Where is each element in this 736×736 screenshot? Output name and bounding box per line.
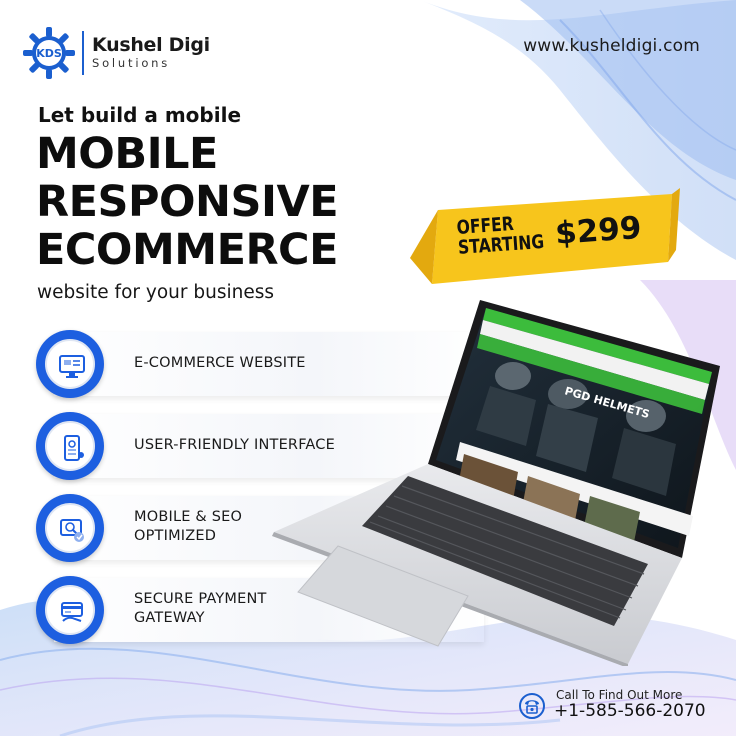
headline-line-3: ECOMMERCE — [36, 225, 338, 275]
feature-label-line-2: OPTIMIZED — [134, 528, 217, 544]
laptop-mockup: PGD HELMETS — [272, 300, 720, 666]
feature-badge — [36, 494, 104, 562]
phone-icon — [519, 693, 545, 719]
brand-name: Kushel Digi — [92, 34, 210, 57]
feature-label: SECURE PAYMENT GATEWAY — [134, 590, 267, 628]
feature-label-line-2: GATEWAY — [134, 610, 205, 626]
headline: MOBILE RESPONSIVE ECOMMERCE — [36, 129, 339, 275]
seo-icon — [60, 519, 84, 542]
contact-phone-number[interactable]: +1-585-566-2070 — [554, 701, 706, 721]
offer-price: $299 — [554, 209, 643, 252]
helmet-figure — [495, 362, 531, 390]
feature-label-line-1: MOBILE & SEO — [134, 509, 243, 525]
brand-subtitle: Solutions — [92, 56, 171, 71]
headline-subtitle: website for your business — [37, 282, 274, 303]
website-link[interactable]: www.kusheldigi.com — [523, 36, 700, 56]
contact-label: Call To Find Out More — [556, 688, 683, 702]
feature-badge — [36, 576, 104, 644]
headline-lead: Let build a mobile — [38, 103, 242, 127]
logo-mark-text: KDS — [36, 47, 62, 60]
payment-icon — [61, 602, 83, 622]
logo-divider — [82, 31, 84, 75]
contact-block[interactable]: Call To Find Out More +1-585-566-2070 — [516, 686, 716, 726]
offer-label: OFFER STARTING — [456, 212, 545, 259]
logo-text: Kushel Digi Solutions — [92, 36, 210, 70]
mobile-app-icon — [64, 435, 84, 461]
website-icon — [59, 355, 85, 378]
feature-label-line-1: SECURE PAYMENT — [134, 591, 267, 607]
offer-badge[interactable]: OFFER STARTING $299 — [410, 188, 682, 286]
headline-line-2: RESPONSIVE — [36, 177, 339, 227]
feature-badge — [36, 412, 104, 480]
feature-badge — [36, 330, 104, 398]
brand-logo[interactable]: KDS Kushel Digi Solutions — [22, 26, 210, 80]
feature-label: MOBILE & SEO OPTIMIZED — [134, 508, 242, 546]
headline-line-1: MOBILE — [36, 129, 218, 179]
kds-logo-icon: KDS — [22, 26, 76, 80]
ad-canvas: KDS Kushel Digi Solutions www.kusheldigi… — [0, 0, 736, 736]
